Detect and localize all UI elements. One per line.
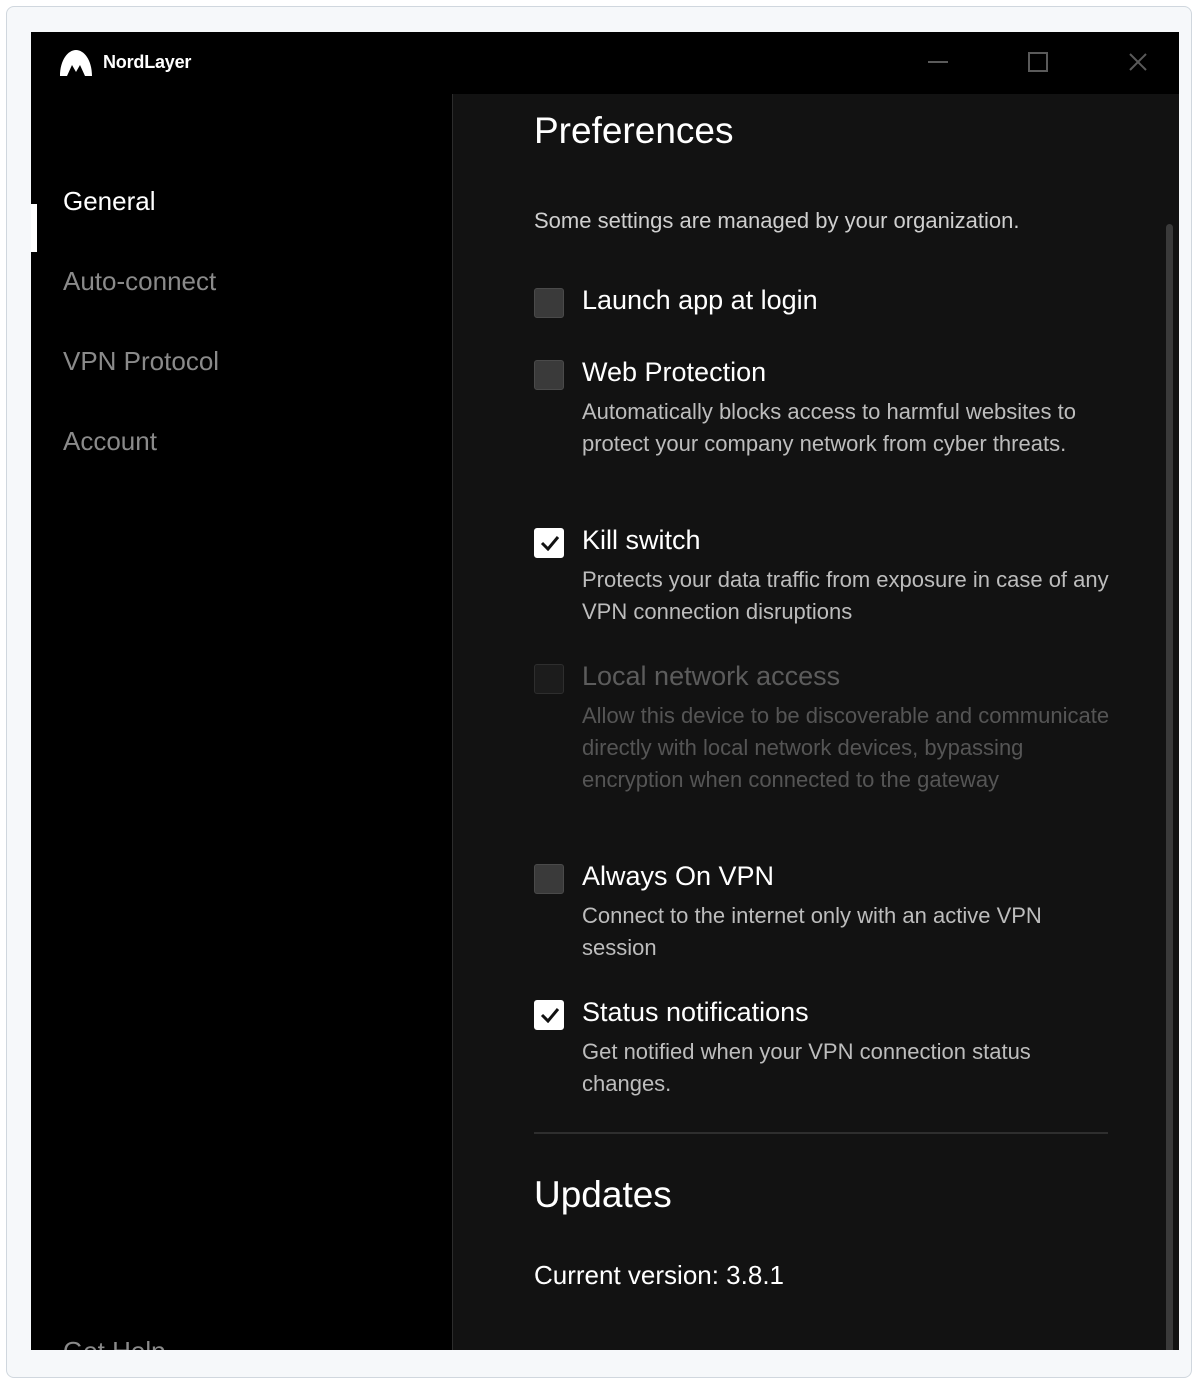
sidebar-item-account[interactable]: Account	[63, 426, 157, 457]
setting-label: Status notifications	[582, 997, 809, 1027]
sidebar-item-vpn-protocol[interactable]: VPN Protocol	[63, 346, 219, 377]
sidebar: General Auto-connect VPN Protocol Accoun…	[31, 94, 452, 1350]
setting-description: Automatically blocks access to harmful w…	[582, 399, 1076, 456]
section-divider	[534, 1132, 1108, 1134]
setting-label: Launch app at login	[582, 285, 818, 315]
local-network-access-checkbox	[534, 664, 564, 694]
settings-content: Preferences Some settings are managed by…	[453, 94, 1179, 1350]
sidebar-item-auto-connect[interactable]: Auto-connect	[63, 266, 216, 297]
maximize-icon	[1028, 52, 1048, 72]
updates-title: Updates	[534, 1174, 672, 1215]
get-help-link[interactable]: Get Help	[63, 1336, 166, 1350]
setting-label: Web Protection	[582, 357, 767, 387]
setting-description: Get notified when your VPN connection st…	[582, 1039, 1031, 1096]
close-button[interactable]	[1118, 46, 1158, 80]
setting-label: Local network access	[582, 661, 841, 691]
checkmark-icon	[540, 536, 560, 551]
managed-notice: Some settings are managed by your organi…	[534, 208, 1020, 233]
setting-description: Protects your data traffic from exposure…	[582, 567, 1109, 624]
active-nav-indicator	[31, 204, 37, 252]
web-protection-checkbox[interactable]	[534, 360, 564, 390]
app-window: NordLayer General Auto-connect VPN Proto…	[31, 32, 1179, 1350]
minimize-icon	[928, 61, 948, 63]
sidebar-item-general[interactable]: General	[63, 186, 156, 217]
close-icon	[1129, 53, 1147, 71]
setting-label: Kill switch	[582, 525, 701, 555]
preferences-title: Preferences	[534, 110, 734, 151]
setting-description: Connect to the internet only with an act…	[582, 903, 1042, 960]
always-on-vpn-checkbox[interactable]	[534, 864, 564, 894]
scrollbar-thumb[interactable]	[1166, 224, 1173, 1350]
kill-switch-checkbox[interactable]	[534, 528, 564, 558]
app-name: NordLayer	[103, 52, 192, 72]
minimize-button[interactable]	[918, 46, 958, 80]
setting-description: Allow this device to be discoverable and…	[582, 703, 1110, 792]
title-bar: NordLayer	[31, 32, 1179, 94]
checkmark-icon	[540, 1008, 560, 1023]
nordlayer-logo-icon	[60, 50, 92, 76]
setting-label: Always On VPN	[582, 861, 775, 891]
status-notifications-checkbox[interactable]	[534, 1000, 564, 1030]
current-version: Current version: 3.8.1	[534, 1260, 785, 1290]
launch-at-login-checkbox[interactable]	[534, 288, 564, 318]
maximize-button[interactable]	[1018, 46, 1058, 80]
